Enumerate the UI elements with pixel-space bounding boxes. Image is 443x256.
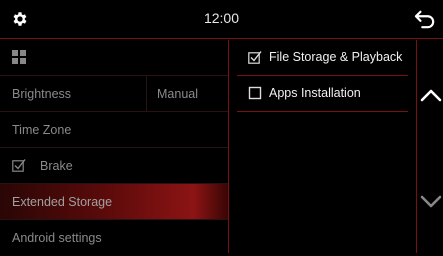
chevron-up-icon[interactable] bbox=[420, 87, 442, 103]
menu-item-extended-storage[interactable]: Extended Storage bbox=[0, 184, 228, 220]
chevron-down-icon[interactable] bbox=[420, 194, 442, 210]
android-settings-label: Android settings bbox=[12, 231, 102, 245]
menu-item-apps[interactable] bbox=[0, 40, 228, 76]
extended-storage-label: Extended Storage bbox=[12, 195, 113, 209]
brake-checkbox[interactable] bbox=[12, 158, 26, 172]
apps-installation-checkbox[interactable] bbox=[248, 86, 262, 100]
back-arrow-icon[interactable] bbox=[414, 9, 436, 29]
scroll-divider bbox=[416, 40, 417, 253]
brightness-value: Manual bbox=[157, 87, 198, 101]
grid-icon bbox=[12, 50, 26, 64]
menu-item-brake[interactable]: Brake bbox=[0, 148, 228, 184]
brightness-mode-selector[interactable]: Manual bbox=[146, 76, 228, 111]
menu-item-android-settings[interactable]: Android settings bbox=[0, 220, 228, 256]
brightness-label: Brightness bbox=[12, 87, 72, 101]
menu-item-brightness[interactable]: Brightness Manual bbox=[0, 76, 228, 112]
option-file-storage-playback[interactable]: File Storage & Playback bbox=[237, 40, 408, 76]
brake-label: Brake bbox=[40, 159, 73, 173]
file-storage-label: File Storage & Playback bbox=[269, 50, 403, 64]
option-apps-installation[interactable]: Apps Installation bbox=[237, 76, 408, 112]
apps-installation-label: Apps Installation bbox=[269, 86, 361, 100]
top-bar: 12:00 bbox=[0, 0, 443, 39]
time-zone-label: Time Zone bbox=[12, 123, 72, 137]
settings-menu: Brightness Manual Time Zone Brake Extend… bbox=[0, 40, 228, 253]
panel-divider bbox=[228, 40, 229, 253]
menu-item-time-zone[interactable]: Time Zone bbox=[0, 112, 228, 148]
file-storage-checkbox[interactable] bbox=[248, 50, 262, 64]
clock: 12:00 bbox=[203, 10, 240, 26]
